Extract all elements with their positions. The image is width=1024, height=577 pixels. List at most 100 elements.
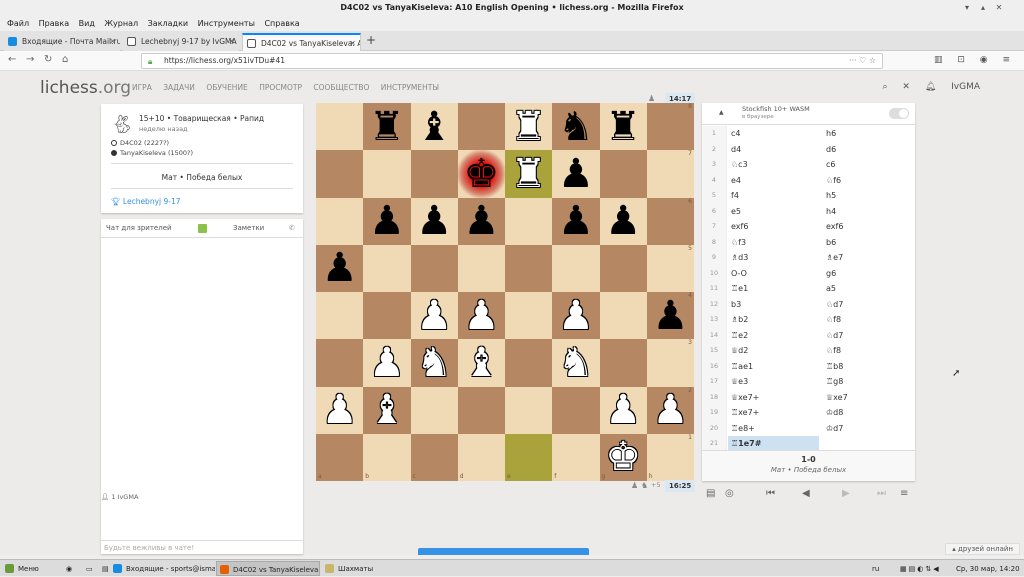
white-move[interactable]: O-O (731, 266, 822, 282)
back-icon[interactable]: ← (8, 54, 16, 65)
white-knight-icon[interactable]: ♞ (416, 343, 452, 383)
square-c1[interactable]: c (410, 433, 458, 481)
black-pawn-icon[interactable]: ♟ (558, 201, 594, 241)
white-move[interactable]: e4 (731, 173, 822, 189)
square-a8[interactable] (316, 103, 364, 151)
white-move[interactable]: exf6 (731, 219, 822, 235)
tray-icons[interactable]: ▦▤◐⇅◀ (900, 561, 941, 576)
site-logo[interactable]: lichess.org (40, 78, 131, 98)
square-h4[interactable]: ♟ 4 (646, 292, 694, 340)
square-g4[interactable] (599, 292, 647, 340)
blue-notification-bar[interactable] (418, 548, 589, 555)
nav-learn[interactable]: ОБУЧЕНИЕ (206, 83, 248, 92)
bookmark-star-icon[interactable]: ··· ♡ ☆ (849, 54, 876, 68)
white-move[interactable]: ♖ae1 (731, 359, 822, 375)
square-e6[interactable] (505, 197, 553, 245)
square-d2[interactable] (457, 386, 505, 434)
square-e4[interactable] (505, 292, 553, 340)
square-g2[interactable]: ♟ (599, 386, 647, 434)
square-h8[interactable]: 8 (646, 103, 694, 151)
tab-notes[interactable]: Заметки (233, 219, 264, 238)
prev-move-icon[interactable]: ◀ (802, 488, 810, 499)
close-tab-icon[interactable]: ✕ (109, 33, 116, 51)
tab-spectator-chat[interactable]: Чат для зрителей (106, 219, 172, 238)
white-move[interactable]: ♗b2 (731, 312, 822, 328)
square-h6[interactable]: 6 (646, 197, 694, 245)
black-move[interactable]: b6 (826, 235, 911, 251)
square-c6[interactable]: ♟ (410, 197, 458, 245)
white-pawn-icon[interactable]: ♟ (416, 296, 452, 336)
tab-mail[interactable]: Входящие - Почта Mail.ru ✕ (4, 33, 120, 51)
menu-help[interactable]: Справка (264, 19, 299, 28)
menu-file[interactable]: Файл (7, 19, 29, 28)
forward-icon[interactable]: → (26, 54, 34, 65)
toolbar-extension-icons[interactable]: ▥ ⊡ ◉ ≡ (934, 55, 1016, 65)
nav-puzzles[interactable]: ЗАДАЧИ (163, 83, 195, 92)
engine-toggle[interactable] (889, 108, 909, 119)
white-move[interactable]: e5 (731, 204, 822, 220)
white-move[interactable]: c4 (731, 126, 822, 142)
square-c8[interactable]: ♝ (410, 103, 458, 151)
keyboard-layout[interactable]: ru (872, 561, 879, 576)
square-b6[interactable]: ♟ (363, 197, 411, 245)
white-move[interactable]: b3 (731, 297, 822, 313)
minimize-icon[interactable]: ▾ (962, 3, 972, 13)
square-f8[interactable]: ♞ (552, 103, 600, 151)
tab-game[interactable]: D4C02 vs TanyaKiseleva: A10 ✕ (242, 33, 361, 51)
menu-tools[interactable]: Инструменты (198, 19, 255, 28)
square-e2[interactable] (505, 386, 553, 434)
white-move[interactable]: ♖xe7+ (731, 405, 822, 421)
black-move[interactable]: ♖b8 (826, 359, 911, 375)
white-move[interactable]: ♕xe7+ (731, 390, 822, 406)
chat-input[interactable]: Будьте вежливы в чате! (101, 540, 303, 554)
close-tab-icon[interactable]: ✕ (349, 35, 356, 51)
square-e8[interactable]: ♜ (505, 103, 553, 151)
square-b5[interactable] (363, 244, 411, 292)
square-e3[interactable] (505, 339, 553, 387)
engine-menu-icon[interactable]: ▲ (719, 109, 724, 116)
white-bishop-icon[interactable]: ♝ (369, 390, 405, 430)
square-b4[interactable] (363, 292, 411, 340)
black-move[interactable]: ♔d8 (826, 405, 911, 421)
terminal-launcher-icon[interactable]: ▭ (76, 561, 93, 576)
tournament-link[interactable]: 🏆︎ Lechebnyj 9-17 (111, 197, 181, 206)
black-pawn-icon[interactable]: ♟ (558, 154, 594, 194)
close-tab-icon[interactable]: ✕ (228, 33, 235, 51)
new-tab-icon[interactable]: + (366, 33, 376, 47)
white-pawn-icon[interactable]: ♟ (463, 296, 499, 336)
white-move[interactable]: f4 (731, 188, 822, 204)
black-pawn-icon[interactable]: ♟ (463, 201, 499, 241)
square-f4[interactable]: ♟ (552, 292, 600, 340)
square-c4[interactable]: ♟ (410, 292, 458, 340)
square-e1[interactable]: e (505, 433, 553, 481)
black-move[interactable]: d6 (826, 142, 911, 158)
white-move[interactable]: ♕e3 (731, 374, 822, 390)
square-a7[interactable] (316, 150, 364, 198)
square-g6[interactable]: ♟ (599, 197, 647, 245)
next-move-icon[interactable]: ▶ (842, 488, 850, 499)
user-menu[interactable]: IvGMA (951, 82, 980, 92)
black-pawn-icon[interactable]: ♟ (369, 201, 405, 241)
book-icon[interactable]: ▤ (706, 488, 715, 499)
square-h2[interactable]: ♟ 2 (646, 386, 694, 434)
menu-history[interactable]: Журнал (104, 19, 138, 28)
chat-toggle-checkbox[interactable] (198, 224, 207, 233)
black-move[interactable]: ♘f8 (826, 312, 911, 328)
white-pawn-icon[interactable]: ♟ (322, 390, 358, 430)
black-player[interactable]: TanyaKiseleva (1500?) (111, 149, 193, 157)
square-a4[interactable] (316, 292, 364, 340)
white-move[interactable]: ♖e1 (731, 281, 822, 297)
square-a3[interactable] (316, 339, 364, 387)
square-b1[interactable]: b (363, 433, 411, 481)
search-icon[interactable]: ⌕ (882, 82, 887, 92)
square-f7[interactable]: ♟ (552, 150, 600, 198)
url-bar[interactable]: 🔒︎ https://lichess.org/x51ivTDu#41 ··· ♡… (141, 53, 883, 69)
square-b8[interactable]: ♜ (363, 103, 411, 151)
square-b7[interactable] (363, 150, 411, 198)
square-h1[interactable]: 1h (646, 433, 694, 481)
white-pawn-icon[interactable]: ♟ (558, 296, 594, 336)
square-c5[interactable] (410, 244, 458, 292)
square-c2[interactable] (410, 386, 458, 434)
black-move[interactable]: ♘f8 (826, 343, 911, 359)
firefox-launcher-icon[interactable]: ◉ (56, 561, 72, 576)
